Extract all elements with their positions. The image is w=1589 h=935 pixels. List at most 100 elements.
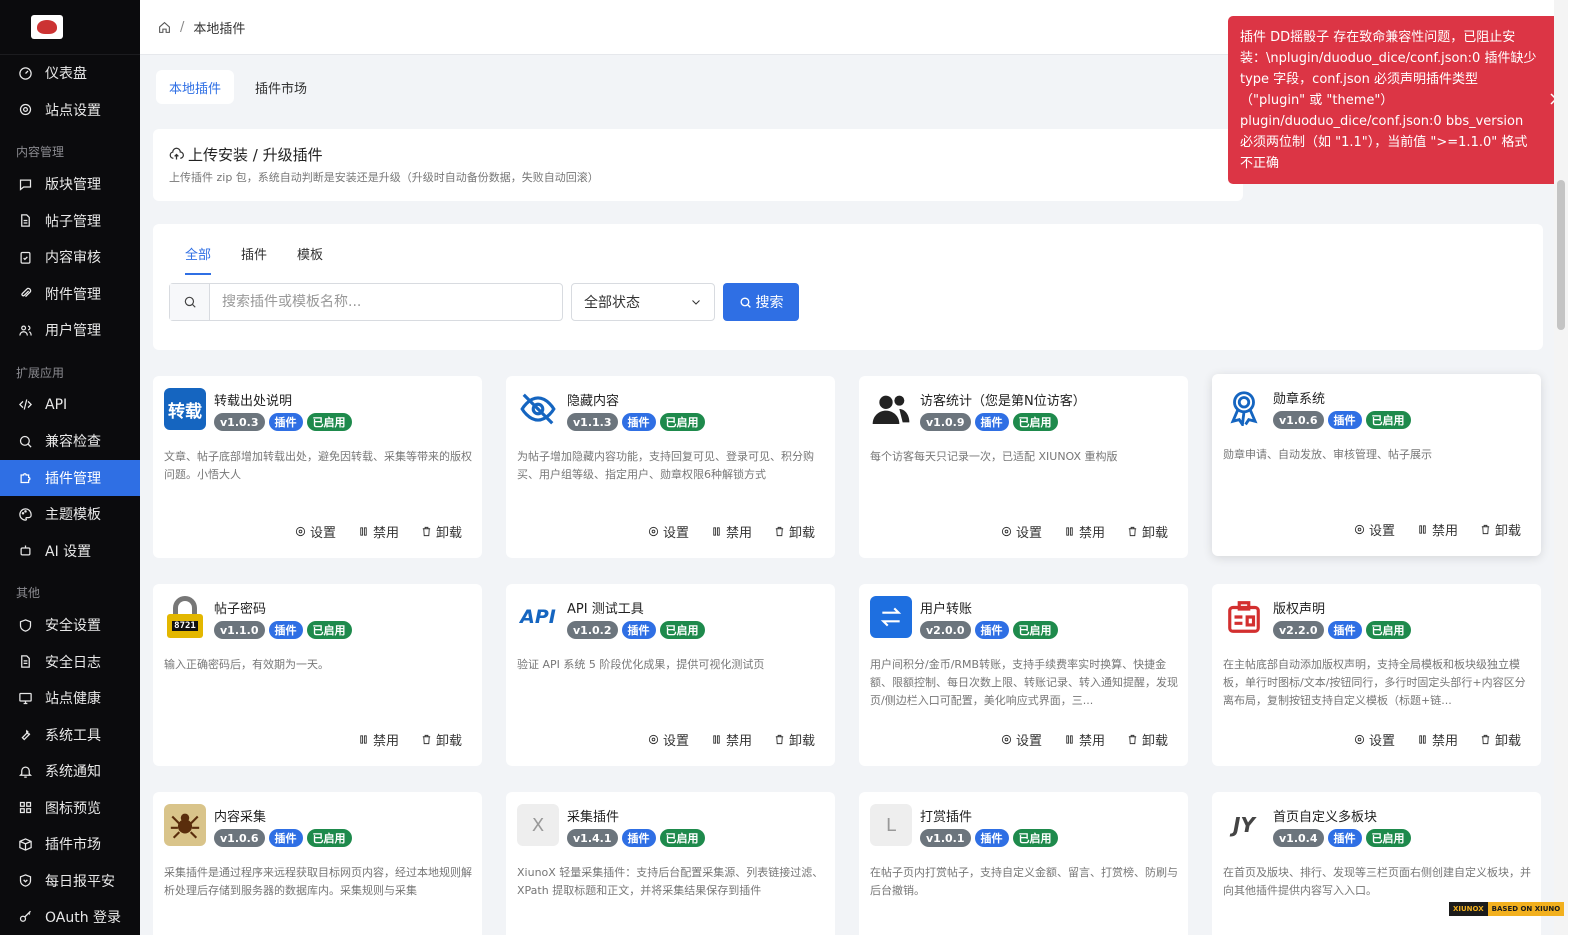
sidebar-item[interactable]: AI 设置 — [0, 533, 140, 570]
sidebar-item-label: OAuth 登录 — [45, 910, 122, 927]
plugin-actions: 设置 禁用 卸载 — [648, 730, 815, 749]
search-button[interactable]: 搜索 — [723, 283, 799, 321]
upload-description: 上传插件 zip 包，系统自动判断是安装还是升级（升级时自动备份数据，失败自动回… — [169, 171, 599, 184]
settings-button[interactable]: 设置 — [648, 522, 689, 541]
dashboard-icon — [18, 66, 33, 81]
settings-button[interactable]: 设置 — [1354, 730, 1395, 749]
uninstall-button[interactable]: 卸载 — [1480, 730, 1521, 749]
disable-button-label: 禁用 — [725, 734, 752, 749]
sidebar-item-label: 帖子管理 — [45, 213, 101, 230]
uninstall-button[interactable]: 卸载 — [1127, 730, 1168, 749]
sidebar-item[interactable]: 附件管理 — [0, 276, 140, 313]
uninstall-button[interactable]: 卸载 — [774, 730, 815, 749]
version-badge: v1.0.6 — [214, 829, 265, 847]
status-select[interactable]: 全部状态 — [571, 283, 715, 321]
disable-button[interactable]: 禁用 — [358, 730, 399, 749]
type-badge: 插件 — [268, 829, 303, 847]
sidebar-item[interactable]: 版块管理 — [0, 166, 140, 203]
search-input[interactable] — [210, 284, 562, 320]
sidebar-item-label: 每日报平安 — [45, 873, 115, 890]
filter-tab-template[interactable]: 模板 — [297, 244, 323, 275]
disable-button[interactable]: 禁用 — [1417, 730, 1458, 749]
filter-tab-plugin[interactable]: 插件 — [241, 244, 267, 275]
plugin-name: 帖子密码 — [214, 602, 267, 617]
sidebar-item[interactable]: 系统通知 — [0, 753, 140, 790]
disable-button[interactable]: 禁用 — [711, 522, 752, 541]
type-badge: 插件 — [1327, 621, 1362, 639]
uninstall-button[interactable]: 卸载 — [1127, 522, 1168, 541]
uninstall-button-label: 卸载 — [788, 526, 815, 541]
sidebar-item[interactable]: 用户管理 — [0, 312, 140, 349]
tab-plugin-market[interactable]: 插件市场 — [242, 70, 320, 104]
settings-button[interactable]: 设置 — [295, 522, 336, 541]
shield-heart-icon — [18, 873, 33, 888]
site-logo[interactable] — [0, 0, 140, 55]
padlock-icon: 8721 — [164, 596, 206, 638]
sidebar-item[interactable]: 插件市场 — [0, 826, 140, 863]
uninstall-button[interactable]: 卸载 — [421, 730, 462, 749]
search-box — [169, 283, 563, 321]
upload-card[interactable]: 上传安装 / 升级插件 上传插件 zip 包，系统自动判断是安装还是升级（升级时… — [153, 129, 1243, 201]
settings-button[interactable]: 设置 — [648, 730, 689, 749]
sidebar-item-label: 用户管理 — [45, 323, 101, 340]
disable-button[interactable]: 禁用 — [358, 522, 399, 541]
trash-icon — [1480, 524, 1491, 535]
sidebar-item[interactable]: 内容审核 — [0, 239, 140, 276]
search-icon — [170, 284, 210, 320]
disable-button[interactable]: 禁用 — [1064, 730, 1105, 749]
uninstall-button[interactable]: 卸载 — [421, 522, 462, 541]
sidebar-item-label: 安全日志 — [45, 654, 101, 671]
sidebar-item-label: 系统工具 — [45, 727, 101, 744]
scrollbar-thumb[interactable] — [1557, 180, 1565, 330]
sidebar-item-label: 内容审核 — [45, 250, 101, 267]
spider-icon — [164, 804, 206, 846]
settings-button[interactable]: 设置 — [1354, 520, 1395, 539]
page-tabs: 本地插件 插件市场 — [156, 70, 320, 104]
plugin-actions: 设置 禁用 卸载 — [648, 522, 815, 541]
sidebar-item[interactable]: 系统工具 — [0, 717, 140, 754]
plugin-badges: v1.1.0 插件 已启用 — [214, 621, 352, 639]
sidebar-item-label: API — [45, 396, 68, 413]
uninstall-button[interactable]: 卸载 — [774, 522, 815, 541]
type-badge: 插件 — [1327, 829, 1362, 847]
sidebar-item[interactable]: 每日报平安 — [0, 863, 140, 900]
disable-button[interactable]: 禁用 — [1417, 520, 1458, 539]
plugin-description: 在主帖底部自动添加版权声明，支持全局模板和板块级独立模板，单行时图标/文本/按钮… — [1223, 658, 1526, 707]
sidebar-item[interactable]: 主题模板 — [0, 496, 140, 533]
sidebar-item-label: 站点健康 — [45, 691, 101, 708]
sidebar-item[interactable]: 站点设置 — [0, 92, 140, 129]
plugin-description: 在首页及版块、排行、发现等三栏页面右侧创建自定义板块，并向其他插件提供内容写入入… — [1223, 866, 1531, 897]
settings-button[interactable]: 设置 — [1001, 730, 1042, 749]
settings-button[interactable]: 设置 — [1001, 522, 1042, 541]
window-edge — [1568, 0, 1589, 935]
sidebar-item[interactable]: 站点健康 — [0, 680, 140, 717]
sidebar-item[interactable]: 兼容检查 — [0, 423, 140, 460]
sidebar-item[interactable]: OAuth 登录 — [0, 899, 140, 935]
repost-icon: 转载 — [164, 388, 206, 430]
vertical-scrollbar[interactable] — [1554, 0, 1568, 935]
disable-button[interactable]: 禁用 — [711, 730, 752, 749]
sidebar-item[interactable]: 仪表盘 — [0, 55, 140, 92]
status-badge: 已启用 — [659, 829, 705, 847]
chat-icon — [18, 177, 33, 192]
uninstall-button-label: 卸载 — [1494, 734, 1521, 749]
sidebar-item[interactable]: 插件管理 — [0, 459, 140, 496]
version-badge: v2.2.0 — [1273, 621, 1324, 639]
sidebar-item[interactable]: 图标预览 — [0, 790, 140, 827]
breadcrumb-separator: / — [180, 19, 185, 35]
search-button-label: 搜索 — [755, 295, 784, 311]
tab-local-plugins[interactable]: 本地插件 — [156, 70, 235, 104]
version-badge: v2.0.0 — [920, 621, 971, 639]
home-icon[interactable] — [158, 21, 171, 34]
sidebar-item[interactable]: API — [0, 387, 140, 424]
sidebar-item[interactable]: 安全日志 — [0, 644, 140, 681]
sidebar-item[interactable]: 帖子管理 — [0, 203, 140, 240]
disable-button-label: 禁用 — [1078, 526, 1105, 541]
plugin-badges: v1.1.3 插件 已启用 — [567, 413, 705, 431]
disable-button[interactable]: 禁用 — [1064, 522, 1105, 541]
uninstall-button[interactable]: 卸载 — [1480, 520, 1521, 539]
filter-tab-all[interactable]: 全部 — [185, 244, 212, 275]
sidebar-item-label: 仪表盘 — [45, 66, 87, 83]
sidebar: 仪表盘 站点设置 内容管理 版块管理 帖子管理 内容审核 附件管理 用户管理 扩展应用 API 兼容… — [0, 0, 140, 935]
sidebar-item[interactable]: 安全设置 — [0, 607, 140, 644]
